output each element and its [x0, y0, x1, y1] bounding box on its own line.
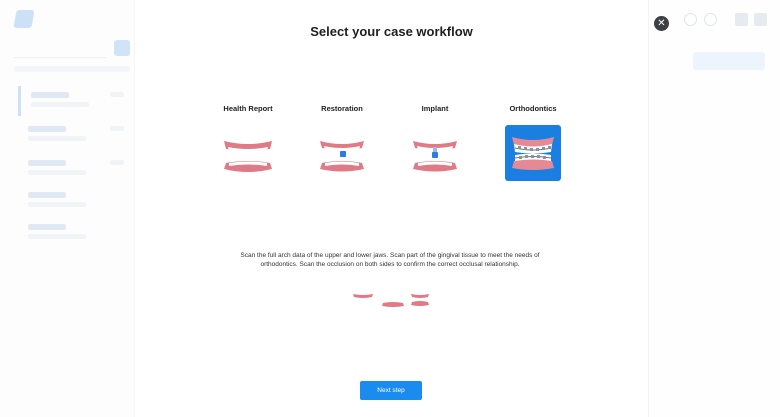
workflow-label: Implant — [421, 104, 449, 113]
background-search-input — [14, 44, 106, 58]
crown-restoration-icon — [314, 125, 370, 181]
window-icon — [754, 13, 767, 26]
workflow-option-implant[interactable]: Implant — [400, 103, 470, 181]
background-new-case-button — [693, 52, 765, 70]
help-icon — [684, 13, 697, 26]
scan-steps-illustration — [345, 291, 435, 311]
background-right-panel — [648, 0, 780, 417]
background-case-item — [18, 120, 126, 150]
background-case-item — [18, 186, 126, 216]
workflow-dialog: Select your case workflow — [135, 0, 648, 417]
next-step-button[interactable]: Next step — [360, 381, 422, 400]
workflow-label: Restoration — [321, 104, 363, 113]
user-icon — [704, 13, 717, 26]
background-add-button — [114, 40, 130, 56]
workflow-description: Scan the full arch data of the upper and… — [240, 252, 540, 268]
background-case-item — [18, 218, 126, 248]
background-filter-bar — [14, 66, 130, 72]
workflow-option-orthodontics[interactable]: Orthodontics — [498, 103, 568, 181]
window-icon — [735, 13, 748, 26]
implant-icon — [407, 125, 463, 181]
close-icon[interactable]: ✕ — [654, 16, 669, 31]
app-logo-icon — [13, 10, 35, 28]
background-case-item — [18, 86, 126, 116]
full-arch-teeth-icon — [220, 125, 276, 181]
workflow-label: Orthodontics — [509, 104, 557, 113]
braces-icon — [505, 125, 561, 181]
workflow-label: Health Report — [223, 104, 273, 113]
workflow-option-health-report[interactable]: Health Report — [213, 103, 283, 181]
background-case-item — [18, 154, 126, 184]
dialog-title: Select your case workflow — [310, 24, 473, 39]
workflow-option-restoration[interactable]: Restoration — [307, 103, 377, 181]
background-sidebar — [0, 0, 135, 417]
